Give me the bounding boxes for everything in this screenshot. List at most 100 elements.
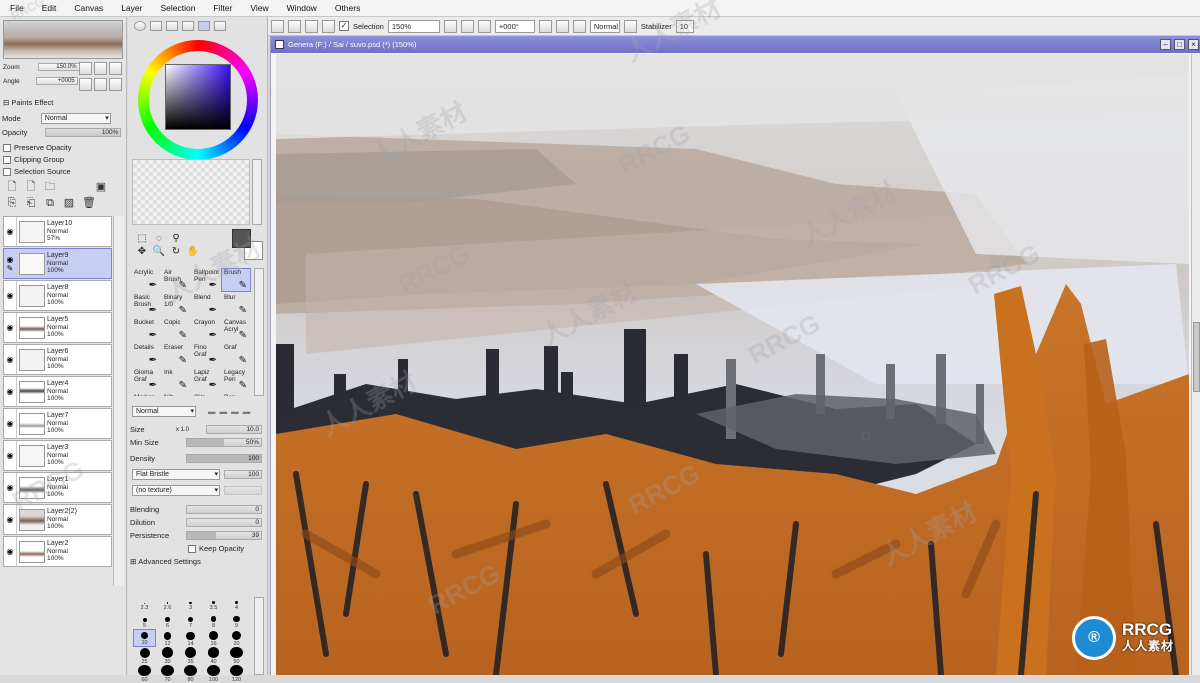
zoom-tool-icon[interactable]: 🔍 (151, 246, 167, 257)
blend-mode-select[interactable]: Normal (589, 19, 620, 33)
tool-blend[interactable]: Blend ✒ (191, 293, 221, 317)
selection-checkbox[interactable]: ✓ (339, 21, 349, 31)
brush-size-preset[interactable]: 35 (179, 647, 202, 665)
menu-layer[interactable]: Layer (112, 3, 151, 13)
layer-list-scrollbar[interactable] (113, 216, 124, 586)
rotate-right-button[interactable] (555, 19, 569, 33)
brush-size-preset[interactable]: 9 (225, 611, 248, 629)
visibility-eye-icon[interactable]: ◉ ✎ (4, 249, 17, 278)
visibility-eye-icon[interactable]: ◉ (4, 377, 17, 406)
canvas-titlebar[interactable]: Genera (F:) / Sai / suvo.psd (*) (150%) … (271, 36, 1200, 53)
tool-blur[interactable]: Blur ✎ (221, 293, 251, 317)
brush-blend-select[interactable]: Normal (132, 406, 196, 417)
brush-size-preset[interactable]: 25 (133, 647, 156, 665)
nav-zoom-out-button[interactable] (94, 62, 107, 75)
maximize-button[interactable]: □ (1174, 39, 1185, 50)
preserve-opacity-row[interactable]: Preserve Opacity (3, 143, 72, 152)
zoom-out-button[interactable] (443, 19, 457, 33)
rect-select-icon[interactable]: ⬚ (134, 233, 150, 244)
tool-ballpoint[interactable]: Ballpoint Pen ✒ (191, 268, 221, 292)
visibility-eye-icon[interactable]: ◉ (4, 281, 17, 310)
menu-edit[interactable]: Edit (33, 3, 66, 13)
layer-row[interactable]: ◉ Layer10 Normal 57% (3, 216, 112, 247)
nav-zoom-in-button[interactable] (79, 62, 92, 75)
delete-layer-icon[interactable]: 🗑 (82, 197, 96, 210)
layer-row[interactable]: ◉ Layer1 Normal 100% (3, 472, 112, 503)
brush-size-preset[interactable]: 5 (133, 611, 156, 629)
brush-size-preset[interactable]: 80 (179, 665, 202, 683)
brush-size-preset[interactable]: 7 (179, 611, 202, 629)
zoom-reset-button[interactable] (477, 19, 491, 33)
brush-size-preset[interactable]: 100 (202, 665, 225, 683)
tool-bucket[interactable]: Bucket ✒ (131, 318, 161, 342)
selection-source-checkbox[interactable] (3, 167, 11, 176)
tool-brush[interactable]: Brush ✎ (221, 268, 251, 292)
deselect-button[interactable] (271, 19, 284, 33)
persistence-slider[interactable]: 39 (186, 531, 262, 540)
brush-size-preset[interactable]: 8 (202, 611, 225, 629)
nav-rotate-reset-button[interactable] (109, 78, 122, 91)
brush-texture-select[interactable]: (no texture) (132, 485, 220, 496)
size-slider[interactable]: 10.0 (206, 425, 262, 434)
swatches-button[interactable] (182, 21, 194, 31)
tool-grid-scrollbar[interactable] (254, 268, 264, 396)
layer-opacity-slider[interactable]: 100% (45, 128, 122, 137)
visibility-eye-icon[interactable]: ◉ (4, 505, 17, 534)
transform-button[interactable] (322, 19, 335, 33)
brush-size-preset[interactable]: 12 (156, 629, 179, 647)
brush-size-preset[interactable]: 3 (179, 593, 202, 611)
minimize-button[interactable]: – (1160, 39, 1171, 50)
tool-basic[interactable]: Basic Brush ✒ (131, 293, 161, 317)
new-folder-icon[interactable]: 🗀 (44, 181, 56, 194)
tool-details[interactable]: Details ✒ (131, 343, 161, 367)
clipping-group-row[interactable]: Clipping Group (3, 155, 64, 164)
brush-size-preset[interactable]: 2.6 (156, 593, 179, 611)
brush-size-preset[interactable]: 50 (225, 647, 248, 665)
density-slider[interactable]: 100 (186, 454, 262, 463)
brush-size-preset[interactable]: 6 (156, 611, 179, 629)
blending-slider[interactable]: 0 (186, 505, 262, 514)
navigator-thumbnail[interactable] (3, 20, 123, 59)
painting-canvas[interactable]: 人人素材 RRCG 人人素材 RRCG RRCG 人人素材 RRCG 人人素材 … (276, 54, 1189, 675)
merge-down-icon[interactable]: ⎗ (25, 197, 37, 210)
brush-size-preset[interactable]: 30 (156, 647, 179, 665)
scratchpad-button[interactable] (198, 21, 210, 31)
clipping-group-checkbox[interactable] (3, 155, 11, 164)
nav-rotate-right-button[interactable] (94, 78, 107, 91)
layer-row[interactable]: ◉ Layer3 Normal 100% (3, 440, 112, 471)
tool-marker[interactable]: Marker✒ (131, 393, 161, 396)
tool-eraser[interactable]: Eraser ✎ (161, 343, 191, 367)
brush-size-preset[interactable]: 2.3 (133, 593, 156, 611)
brush-size-preset[interactable]: 14 (179, 629, 202, 647)
brush-size-preset[interactable]: 60 (133, 665, 156, 683)
brush-size-scrollbar[interactable] (254, 597, 264, 675)
dilution-slider[interactable]: 0 (186, 518, 262, 527)
canvas-scroll-thumb[interactable] (1193, 322, 1200, 392)
rotate-left-button[interactable] (538, 19, 552, 33)
brush-shape-strength[interactable]: 100 (224, 470, 262, 479)
scratch-pad[interactable] (132, 159, 250, 225)
menu-view[interactable]: View (241, 3, 277, 13)
rgb-slider-button[interactable] (150, 21, 162, 31)
visibility-eye-icon[interactable]: ◉ (4, 441, 17, 470)
zoom-in-button[interactable] (460, 19, 474, 33)
tool-nib[interactable]: Nib✎ (161, 393, 191, 396)
angle-slider[interactable]: +0005 (35, 77, 78, 85)
tool-lapiz[interactable]: Lapiz Graf ✒ (191, 368, 221, 392)
menu-canvas[interactable]: Canvas (65, 3, 112, 13)
visibility-eye-icon[interactable]: ◉ (4, 409, 17, 438)
layer-row[interactable]: ◉ Layer4 Normal 100% (3, 376, 112, 407)
visibility-eye-icon[interactable]: ◉ (4, 217, 17, 246)
nav-zoom-reset-button[interactable] (109, 62, 122, 75)
layer-mode-select[interactable]: Normal (40, 113, 111, 124)
color-wheel-mode-button[interactable] (134, 21, 146, 31)
merge-visible-icon[interactable]: ⧉ (44, 197, 56, 210)
brush-size-preset[interactable]: 4 (225, 593, 248, 611)
brush-size-preset[interactable]: 16 (202, 629, 225, 647)
tool-graf[interactable]: Graf ✎ (221, 343, 251, 367)
tool-legacy[interactable]: Legacy Pen ✎ (221, 368, 251, 392)
rotate-reset-button[interactable] (572, 19, 586, 33)
zoom-slider[interactable]: 150.0% (37, 63, 80, 71)
brush-size-preset[interactable]: 70 (156, 665, 179, 683)
menu-file[interactable]: File (0, 3, 33, 13)
